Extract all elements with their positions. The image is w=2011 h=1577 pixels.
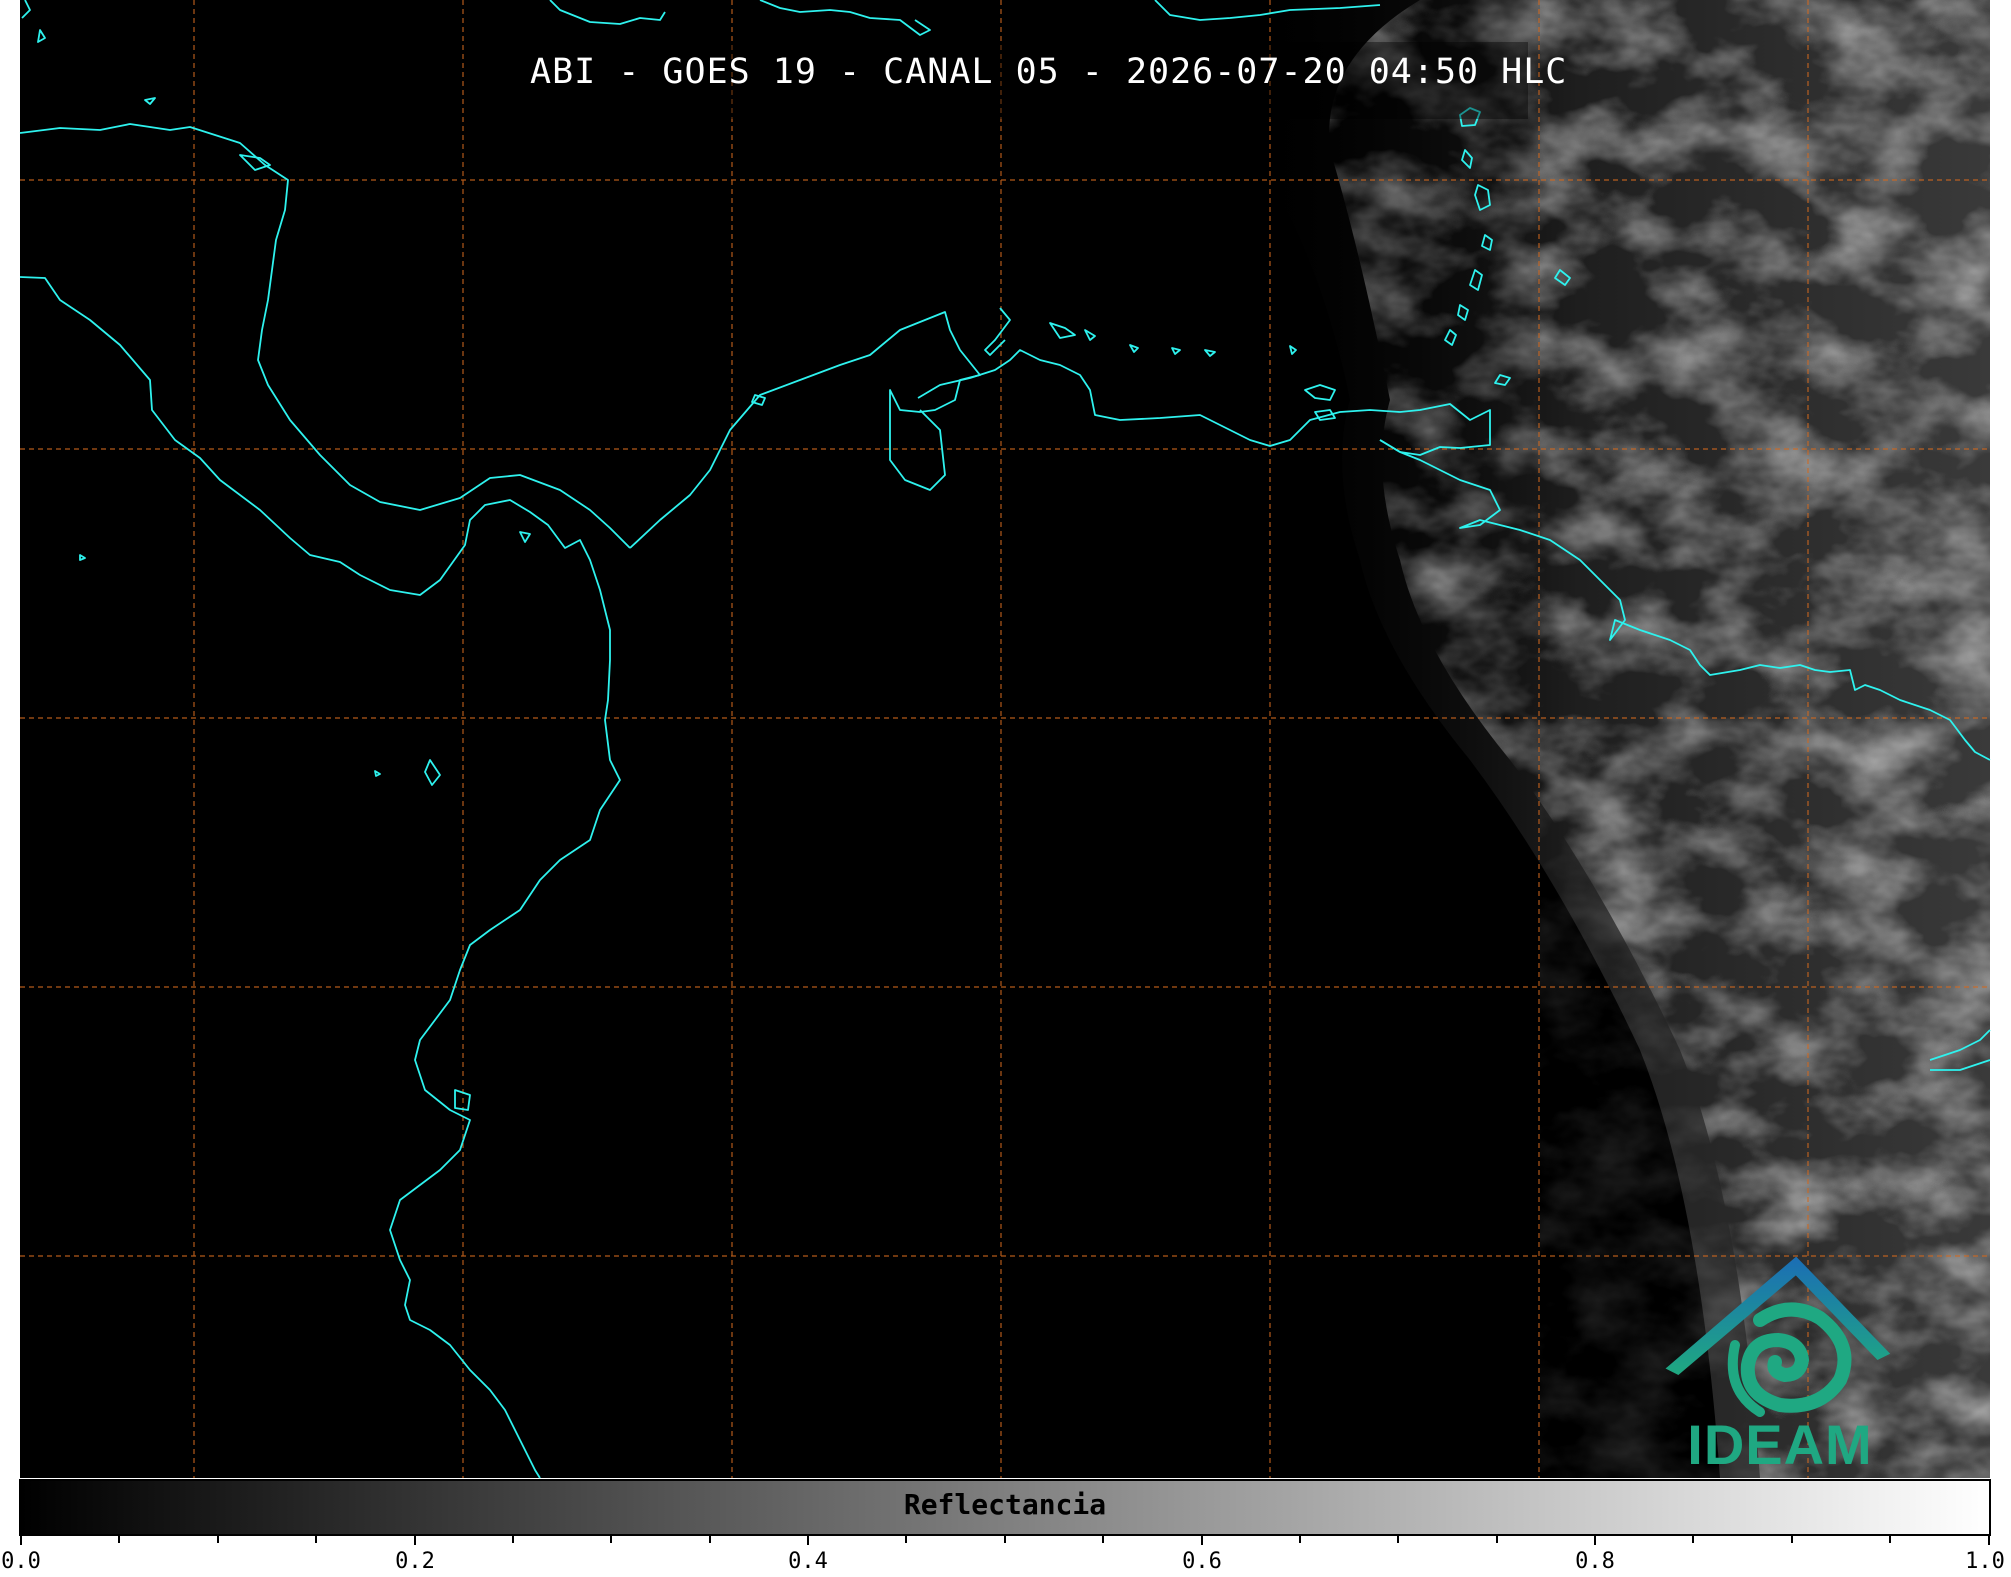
colorbar-tick-label: 0.0 bbox=[1, 1549, 41, 1574]
colorbar-tick-label: 0.8 bbox=[1575, 1549, 1615, 1574]
colorbar-tick-label: 0.6 bbox=[1182, 1549, 1222, 1574]
colorbar-tick-label: 0.2 bbox=[395, 1549, 435, 1574]
colorbar-tick-label: 1.0 bbox=[1965, 1549, 2005, 1574]
colorbar-tick-label: 0.4 bbox=[788, 1549, 828, 1574]
map-title: ABI - GOES 19 - CANAL 05 - 2026-07-20 04… bbox=[530, 52, 1568, 92]
colorbar-label: Reflectancia bbox=[903, 1488, 1107, 1521]
satellite-map bbox=[19, 0, 1991, 1545]
ideam-logo-text: IDEAM bbox=[1687, 1413, 1873, 1476]
